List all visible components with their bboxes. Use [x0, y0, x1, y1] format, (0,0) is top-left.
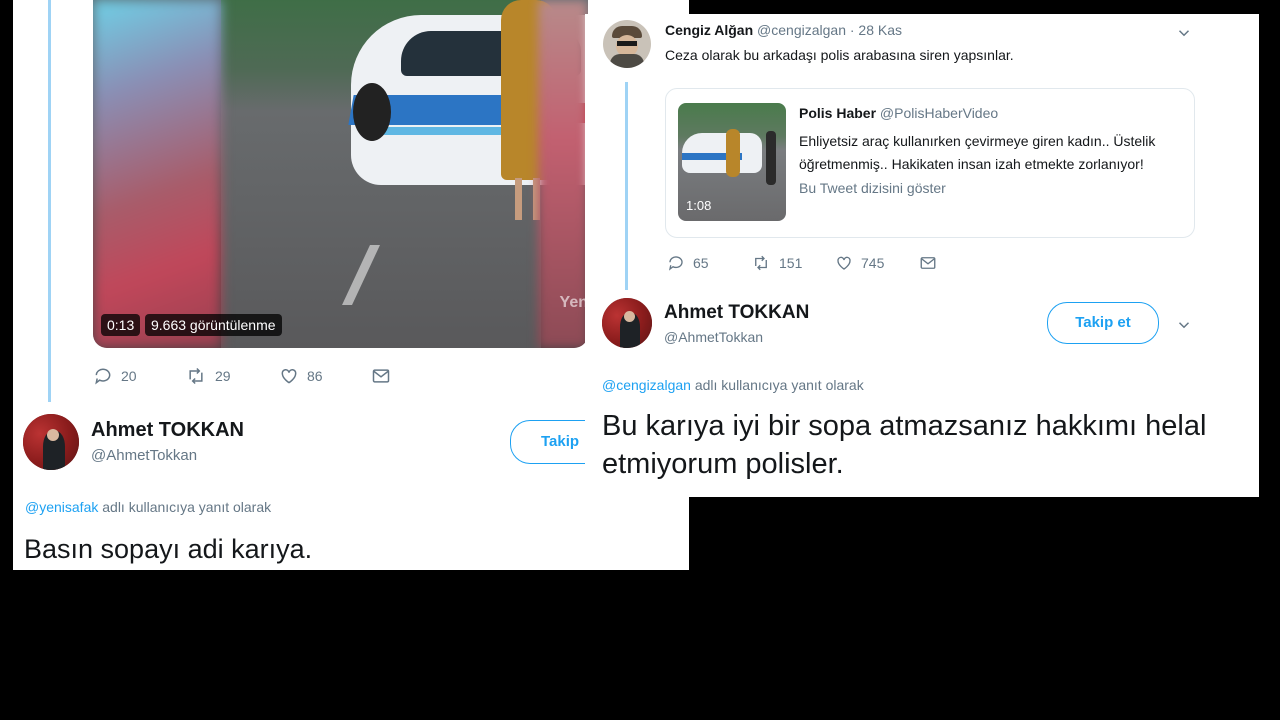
tweet-text-line: etmiyorum polisler. [602, 448, 844, 480]
reply-action[interactable]: 20 [93, 366, 185, 386]
right-tweet-screenshot: Cengiz Alğan @cengizalgan · 28 Kas Ceza … [585, 14, 1259, 497]
tweet-text-line: Bu karıya iyi bir sopa atmazsanız hakkım… [602, 410, 1207, 442]
quoted-author-name: Polis Haber [799, 105, 877, 121]
tweet-text: Bu karıya iyi bir sopa atmazsanız hakkım… [602, 407, 1206, 483]
show-thread-link[interactable]: Bu Tweet dizisini göster [799, 180, 946, 196]
author-handle[interactable]: @cengizalgan [757, 22, 846, 38]
avatar[interactable] [23, 414, 79, 470]
tweet-date[interactable]: · 28 Kas [850, 22, 902, 38]
tweet-text: Ceza olarak bu arkadaşı polis arabasına … [665, 47, 1014, 63]
chevron-down-icon[interactable] [1175, 24, 1193, 42]
retweet-action[interactable]: 151 [751, 254, 835, 272]
dm-action[interactable] [371, 366, 391, 386]
like-count: 86 [307, 368, 323, 384]
quoted-text: Ehliyetsiz araç kullanırken çevirmeye gi… [799, 130, 1155, 176]
avatar[interactable] [602, 298, 652, 348]
reply-count: 20 [121, 368, 137, 384]
reply-action[interactable]: 65 [667, 254, 751, 272]
follow-button[interactable]: Takip et [1047, 302, 1159, 344]
tweet-actions: 65 151 745 [667, 254, 937, 272]
retweet-action[interactable]: 29 [185, 366, 279, 386]
video-scene [221, 0, 588, 348]
reply-context: @yenisafak adlı kullanıcıya yanıt olarak [25, 499, 271, 515]
video-player[interactable]: Yen 0:13 9.663 görüntülenme [93, 0, 588, 348]
video-duration: 0:13 [101, 314, 141, 336]
like-action[interactable]: 745 [835, 254, 919, 272]
quoted-tweet-card[interactable]: 1:08 Polis Haber @PolisHaberVideo Ehliye… [665, 88, 1195, 238]
quoted-video-thumbnail[interactable]: 1:08 [678, 103, 786, 221]
dm-action[interactable] [919, 254, 937, 272]
video-views: 9.663 görüntülenme [145, 314, 282, 336]
quoted-author-handle: @PolisHaberVideo [879, 105, 999, 121]
tweet-actions: 20 29 86 [93, 366, 391, 386]
retweet-count: 151 [779, 255, 803, 271]
video-watermark: Yen [559, 294, 588, 311]
dm-icon [920, 257, 936, 269]
tweet-text: Basın sopayı adi karıya. [24, 534, 313, 564]
avatar[interactable] [603, 20, 651, 68]
author-handle[interactable]: @AhmetTokkan [91, 447, 197, 464]
thread-line [48, 0, 51, 402]
author-name[interactable]: Ahmet TOKKAN [91, 419, 244, 442]
tweet-header: Cengiz Alğan @cengizalgan · 28 Kas [665, 22, 902, 38]
retweet-icon [189, 367, 203, 385]
like-icon [281, 368, 297, 384]
author-name[interactable]: Ahmet TOKKAN [664, 302, 809, 324]
like-action[interactable]: 86 [279, 366, 371, 386]
reply-mention-link[interactable]: @cengizalgan [602, 377, 691, 393]
like-count: 745 [861, 255, 885, 271]
author-name[interactable]: Cengiz Alğan [665, 22, 753, 38]
reply-count: 65 [693, 255, 709, 271]
retweet-count: 29 [215, 368, 231, 384]
dm-icon [372, 369, 390, 383]
quoted-text-line: Ehliyetsiz araç kullanırken çevirmeye gi… [799, 133, 1156, 149]
reply-context: @cengizalgan adlı kullanıcıya yanıt olar… [602, 377, 864, 393]
quoted-header: Polis Haber @PolisHaberVideo [799, 105, 998, 121]
quoted-text-line: öğretmenmiş.. Hakikaten insan izah etmek… [799, 156, 1144, 172]
reply-mention-link[interactable]: @yenisafak [25, 499, 98, 515]
quoted-video-duration: 1:08 [686, 198, 712, 213]
thread-line [625, 82, 628, 290]
reply-context-text: adlı kullanıcıya yanıt olarak [102, 499, 272, 515]
retweet-icon [755, 255, 767, 271]
reply-icon [95, 368, 111, 385]
like-icon [837, 256, 851, 270]
reply-icon [668, 256, 683, 271]
chevron-down-icon[interactable] [1175, 316, 1193, 334]
reply-context-text: adlı kullanıcıya yanıt olarak [694, 377, 864, 393]
author-handle[interactable]: @AhmetTokkan [664, 329, 763, 345]
